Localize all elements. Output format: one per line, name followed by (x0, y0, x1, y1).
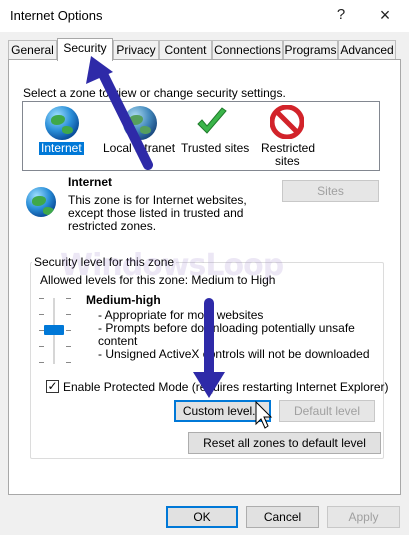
protected-mode-checkbox[interactable]: ✓ (46, 380, 59, 393)
slider-tick (39, 346, 44, 347)
tab-connections[interactable]: Connections (212, 40, 283, 60)
intranet-globe-icon (123, 106, 157, 140)
slider-tick (39, 362, 44, 363)
tab-strip: General Security Privacy Content Connect… (8, 38, 401, 61)
protected-mode-label: Enable Protected Mode (requires restarti… (63, 380, 389, 394)
slider-tick (39, 314, 44, 315)
default-level-button[interactable]: Default level (279, 400, 375, 422)
reset-all-zones-button[interactable]: Reset all zones to default level (188, 432, 381, 454)
custom-level-button[interactable]: Custom level... (174, 400, 271, 422)
level-bullet-2: - Prompts before downloading potentially… (98, 321, 355, 335)
slider-tick (66, 314, 71, 315)
slider-tick (66, 330, 71, 331)
tab-security[interactable]: Security (57, 38, 113, 61)
zone-internet-label: Internet (39, 141, 84, 155)
tab-advanced[interactable]: Advanced (338, 40, 396, 60)
checkmark-icon: ✓ (47, 379, 58, 393)
level-bullet-3: content (98, 334, 138, 348)
security-level-group-title: Security level for this zone (32, 255, 177, 269)
window-title: Internet Options (10, 8, 103, 23)
slider-tick (39, 298, 44, 299)
apply-button[interactable]: Apply (327, 506, 400, 528)
slider-tick (66, 362, 71, 363)
tab-privacy[interactable]: Privacy (113, 40, 159, 60)
slider-tick (66, 298, 71, 299)
slider-thumb[interactable] (44, 325, 64, 335)
close-button[interactable]: × (372, 4, 398, 26)
slider-tick (66, 346, 71, 347)
cancel-button[interactable]: Cancel (246, 506, 319, 528)
title-bar: Internet Options ? × (0, 0, 409, 32)
selected-zone-globe-icon (26, 187, 56, 217)
level-bullet-1: - Appropriate for most websites (98, 308, 264, 322)
allowed-levels-text: Allowed levels for this zone: Medium to … (40, 273, 276, 287)
zone-list: Internet Local intranet Trusted sites Re… (22, 101, 380, 171)
globe-icon (45, 106, 79, 140)
level-bullet-4: - Unsigned ActiveX controls will not be … (98, 347, 370, 361)
no-entry-icon (270, 105, 304, 139)
zone-restricted-sites-label-2: sites (275, 154, 300, 168)
tab-programs[interactable]: Programs (283, 40, 338, 60)
ok-button[interactable]: OK (166, 506, 238, 528)
zone-local-intranet-label: Local intranet (103, 141, 176, 155)
zone-description-line-1: This zone is for Internet websites, (68, 193, 247, 207)
sites-button[interactable]: Sites (282, 180, 379, 202)
selected-zone-name: Internet (68, 175, 113, 189)
help-button[interactable]: ? (328, 4, 354, 26)
security-level-name: Medium-high (86, 293, 161, 307)
zone-prompt: Select a zone to view or change security… (23, 86, 286, 100)
zone-description-line-2: except those listed in trusted and (68, 206, 244, 220)
zone-description-line-3: restricted zones. (68, 219, 157, 233)
zone-trusted-sites-label: Trusted sites (181, 141, 250, 155)
tab-general[interactable]: General (8, 40, 57, 60)
checkmark-icon (197, 107, 227, 134)
tab-content[interactable]: Content (159, 40, 212, 60)
